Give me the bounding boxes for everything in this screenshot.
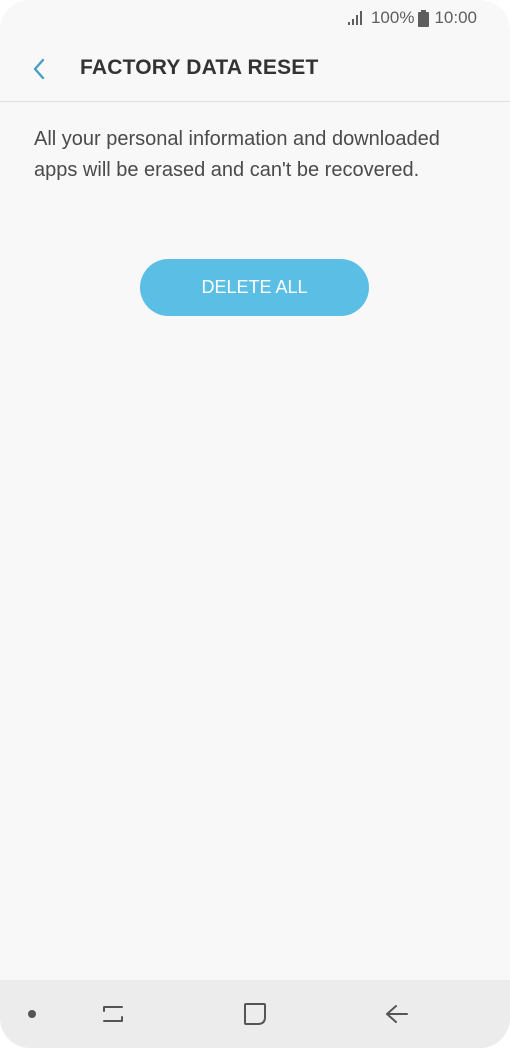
- back-arrow-icon: [386, 1005, 408, 1023]
- page-title: FACTORY DATA RESET: [80, 56, 319, 79]
- phone-screen: 100% 10:00 FACTORY DATA RESET All your p…: [0, 0, 510, 1048]
- recent-apps-button[interactable]: [88, 980, 138, 1048]
- reset-description: All your personal information and downlo…: [34, 128, 440, 181]
- dot-icon: [28, 1010, 36, 1018]
- home-icon: [244, 1003, 266, 1025]
- signal-icon: [347, 11, 362, 25]
- battery-icon: [418, 9, 430, 27]
- status-bar: 100% 10:00: [0, 0, 510, 36]
- back-button[interactable]: [22, 50, 56, 88]
- nav-dot-button[interactable]: [12, 980, 52, 1048]
- battery-percent: 100%: [370, 8, 415, 27]
- clock: 10:00: [434, 8, 477, 27]
- navigation-bar: [0, 980, 510, 1048]
- chevron-left-icon: [33, 58, 45, 80]
- delete-all-button[interactable]: DELETE ALL: [140, 259, 369, 316]
- header: FACTORY DATA RESET: [0, 36, 510, 102]
- recent-apps-icon: [103, 1006, 123, 1022]
- back-nav-button[interactable]: [372, 980, 422, 1048]
- home-button[interactable]: [230, 980, 280, 1048]
